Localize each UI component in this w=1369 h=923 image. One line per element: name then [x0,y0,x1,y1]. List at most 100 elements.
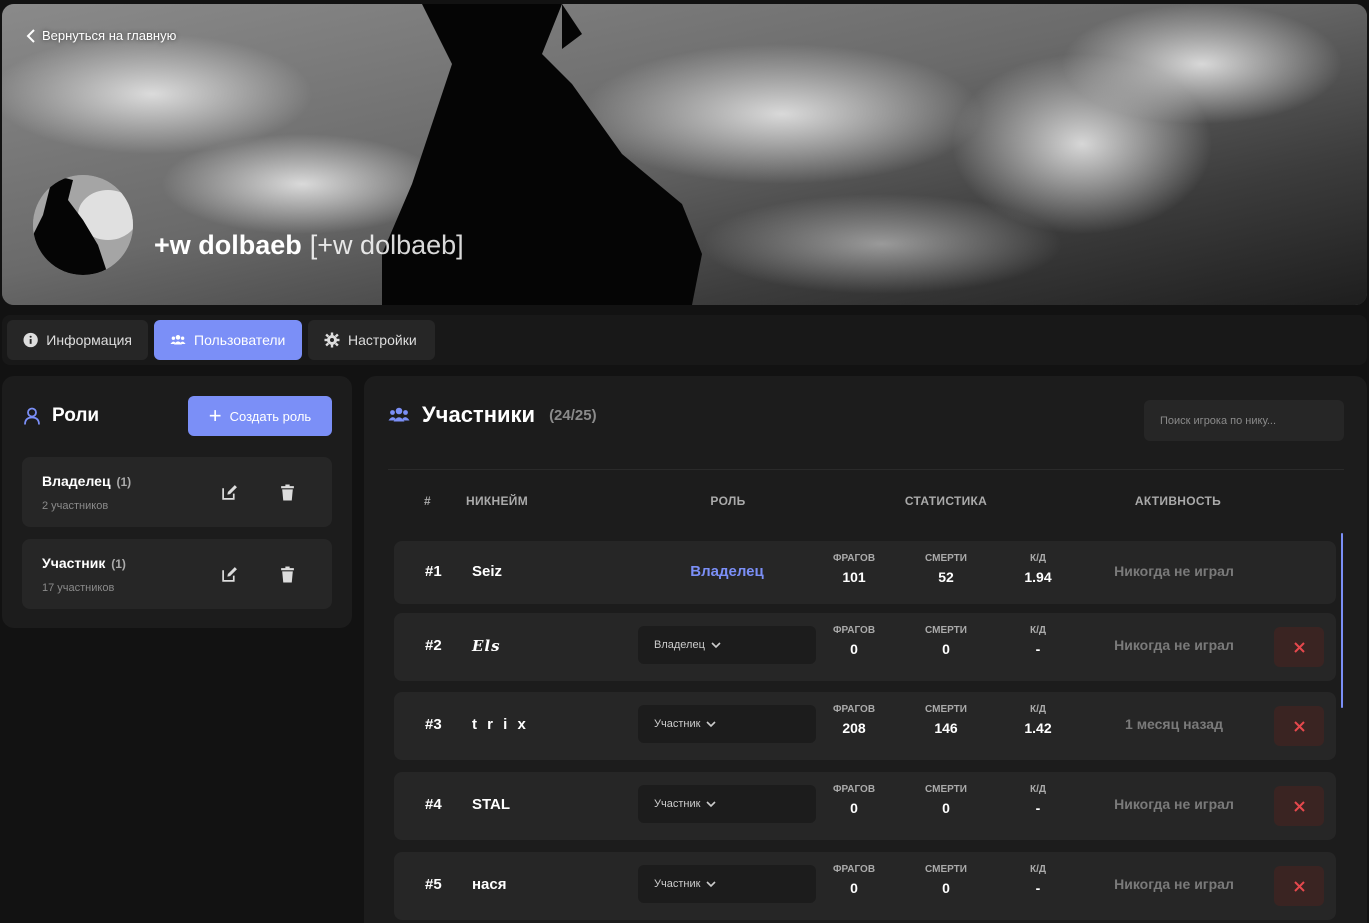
delete-role-button[interactable] [276,563,298,585]
column-header-activity: АКТИВНОСТЬ [1134,494,1222,508]
player-search-input[interactable] [1144,400,1344,441]
stat-label: К/Д [1029,784,1046,795]
member-nickname: нася [472,876,507,893]
member-row: #4 STAL Участник ФРАГОВ 0 СМЕРТИ 0 К/Д - Ни… [394,772,1336,840]
stat-value: 0 [850,641,858,657]
stat-value: - [1035,880,1041,896]
tab-information[interactable]: Информация [7,320,148,360]
tab-bar: Информация Пользователи Настройки [2,315,1367,365]
member-activity: Никогда не играл [1114,563,1234,579]
role-name: Участник (1) [42,555,126,571]
stat-label: СМЕРТИ [925,553,967,564]
member-role-select[interactable]: Участник [638,705,816,743]
delete-role-button[interactable] [276,481,298,503]
member-nickname: Seiz [472,563,503,580]
tab-users-label: Пользователи [194,332,286,348]
chevron-left-icon [26,28,35,43]
stat-value: 1.42 [1024,720,1052,736]
member-nickname: t r i x [472,716,529,733]
role-card-owner: Владелец (1) 2 участников [22,457,332,527]
clan-name: +w dolbaeb [154,230,302,260]
member-rank: #5 [425,876,442,893]
stat-frags: ФРАГОВ 0 [814,852,894,896]
stat-frags: ФРАГОВ 0 [814,772,894,816]
clan-title: +w dolbaeb [+w dolbaeb] [154,230,464,261]
chevron-down-icon [711,642,721,649]
back-link-label: Вернуться на главную [42,28,177,43]
kick-member-button[interactable] [1274,866,1324,906]
trash-icon [280,566,294,582]
tab-settings[interactable]: Настройки [308,320,435,360]
member-role-select[interactable]: Владелец [638,626,816,664]
member-role-select[interactable]: Участник [638,865,816,903]
create-role-label: Создать роль [229,408,312,424]
stat-label: ФРАГОВ [832,553,876,564]
stat-value: 146 [934,720,958,736]
stat-deaths: СМЕРТИ 0 [906,613,986,657]
stat-kd: К/Д - [998,772,1078,816]
member-activity: Никогда не играл [1114,637,1234,653]
member-rank: #1 [425,563,442,580]
member-row: #3 t r i x Участник ФРАГОВ 208 СМЕРТИ 146 … [394,692,1336,760]
stat-kd: К/Д - [998,613,1078,657]
header-divider [388,469,1344,470]
edit-role-button[interactable] [218,563,240,585]
member-activity: 1 месяц назад [1125,716,1223,732]
tab-users[interactable]: Пользователи [154,320,302,360]
member-role-select[interactable]: Участник [638,785,816,823]
tab-settings-label: Настройки [348,332,417,348]
clan-tag: [+w dolbaeb] [309,230,464,260]
role-members-count: 2 участников [42,500,109,512]
member-row: #5 нася Участник ФРАГОВ 0 СМЕРТИ 0 К/Д - Ни… [394,852,1336,920]
edit-icon [221,566,237,582]
kick-member-button[interactable] [1274,706,1324,746]
stat-deaths: СМЕРТИ 0 [906,772,986,816]
stat-value: 0 [850,880,858,896]
back-to-home-link[interactable]: Вернуться на главную [26,28,176,43]
close-icon [1293,880,1305,892]
role-select-value: Владелец [654,639,705,651]
stat-deaths: СМЕРТИ 146 [906,692,986,736]
chevron-down-icon [706,881,716,888]
stat-value: 1.94 [1024,569,1052,585]
stat-value: 52 [938,569,954,585]
stat-frags: ФРАГОВ 0 [814,613,894,657]
stat-label: К/Д [1029,625,1046,636]
stat-value: - [1035,641,1041,657]
users-icon [388,407,410,422]
stat-deaths: СМЕРТИ 52 [906,541,986,585]
column-header-role: РОЛЬ [710,494,746,508]
stat-label: ФРАГОВ [832,784,876,795]
column-header-rank: # [424,494,431,508]
plus-icon: + [208,403,222,428]
stat-label: К/Д [1029,704,1046,715]
role-select-value: Участник [654,718,701,730]
clan-avatar [33,175,133,275]
stat-label: ФРАГОВ [832,864,876,875]
member-activity: Никогда не играл [1114,876,1234,892]
kick-member-button[interactable] [1274,786,1324,826]
stat-label: СМЕРТИ [925,704,967,715]
kick-member-button[interactable] [1274,627,1324,667]
members-count: (24/25) [549,406,597,424]
edit-role-button[interactable] [218,481,240,503]
role-card-member: Участник (1) 17 участников [22,539,332,609]
role-select-value: Участник [654,798,701,810]
create-role-button[interactable]: + Создать роль [188,396,332,436]
stat-value: - [1035,800,1041,816]
stat-kd: К/Д 1.94 [998,541,1078,585]
stat-value: 208 [842,720,866,736]
role-count: (1) [111,557,126,571]
members-scrollbar[interactable] [1341,533,1343,708]
member-row: #1 Seiz Владелец ФРАГОВ 101 СМЕРТИ 52 К/Д 1… [394,541,1336,604]
members-header: Участники (24/25) [388,402,597,428]
members-panel: Участники (24/25) # НИКНЕЙМ РОЛЬ СТАТИСТ… [364,376,1367,923]
stat-label: ФРАГОВ [832,704,876,715]
stat-deaths: СМЕРТИ 0 [906,852,986,896]
role-name: Владелец (1) [42,473,131,489]
stat-value: 0 [850,800,858,816]
column-header-stats: СТАТИСТИКА [904,494,988,508]
close-icon [1293,800,1305,812]
chevron-down-icon [706,721,716,728]
info-icon [23,332,38,348]
